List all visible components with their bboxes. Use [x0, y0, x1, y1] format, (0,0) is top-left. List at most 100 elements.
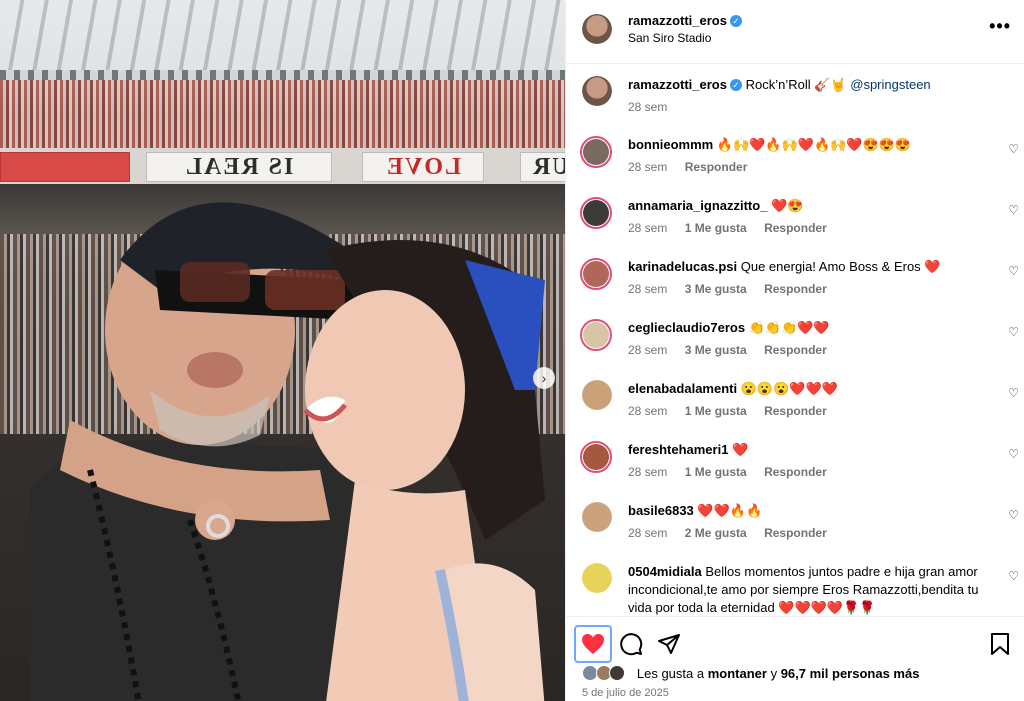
comment-like-button[interactable]: ♡ — [1008, 264, 1019, 278]
comment-username[interactable]: fereshtehameri1 — [628, 442, 728, 457]
heart-outline-icon: ♡ — [1008, 569, 1019, 583]
comment-username[interactable]: ceglieclaudio7eros — [628, 320, 745, 335]
post-side-panel: ramazzotti_eros ✓ San Siro Stadio ••• ram… — [565, 0, 1024, 701]
comment-avatar[interactable] — [580, 258, 612, 290]
caption: ramazzotti_eros ✓ Rock’n’Roll 🎸🤘 @springs… — [566, 76, 1024, 126]
liker-avatar — [609, 665, 626, 681]
likes-prefix: Les gusta a — [636, 666, 705, 681]
author-avatar[interactable] — [582, 14, 612, 44]
bookmark-icon — [991, 633, 1009, 655]
reply-button[interactable]: Responder — [764, 343, 827, 357]
comment-text: 😮😮😮❤️❤️❤️ — [740, 381, 838, 396]
comment-avatar[interactable] — [580, 197, 612, 229]
comment-like-button[interactable]: ♡ — [1008, 203, 1019, 217]
reply-button[interactable]: Responder — [764, 282, 827, 296]
post-location[interactable]: San Siro Stadio — [628, 31, 711, 45]
banner-is-real: IS REAL — [146, 152, 332, 182]
likes-conj: y — [770, 666, 778, 681]
comment-time: 28 sem — [628, 465, 668, 479]
reply-button[interactable]: Responder — [764, 526, 827, 540]
comment-avatar[interactable] — [580, 136, 612, 168]
comment-likes-count[interactable]: 3 Me gusta — [685, 282, 747, 296]
comment-username[interactable]: elenabadalamenti — [628, 381, 737, 396]
more-horizontal-icon: ••• — [989, 16, 1011, 36]
author-avatar[interactable] — [582, 76, 612, 106]
liker-username-link[interactable]: montaner — [708, 666, 767, 681]
comment-username[interactable]: karinadelucas.psi — [628, 259, 737, 274]
banner-ur: UR — [520, 152, 565, 182]
verified-icon: ✓ — [729, 15, 742, 27]
comment-text: 👏👏👏❤️❤️ — [748, 320, 830, 335]
comment-item: karinadelucas.psi Que energia! Amo Boss … — [566, 258, 1024, 308]
comment-avatar[interactable] — [580, 319, 612, 351]
post-actions: Les gusta a montaner y 96,7 mil personas… — [566, 616, 1024, 701]
post-date[interactable]: 5 de julio de 2025 — [582, 687, 669, 699]
heart-outline-icon: ♡ — [1008, 386, 1019, 400]
post-header: ramazzotti_eros ✓ San Siro Stadio ••• — [566, 0, 1024, 64]
reply-button[interactable]: Responder — [685, 160, 748, 174]
comment-like-button[interactable]: ♡ — [1008, 447, 1019, 461]
verified-icon: ✓ — [729, 79, 742, 91]
liker-avatars[interactable] — [582, 665, 637, 681]
comment-avatar[interactable] — [582, 502, 612, 532]
heart-outline-icon: ♡ — [1008, 142, 1019, 156]
comment-text: Que energia! Amo Boss & Eros ❤️ — [740, 259, 941, 274]
reply-button[interactable]: Responder — [764, 465, 827, 479]
like-button[interactable] — [574, 625, 612, 663]
comment-item: basile6833 ❤️❤️🔥🔥 28 sem 2 Me gusta Resp… — [566, 502, 1024, 552]
comment-time: 28 sem — [628, 160, 668, 174]
comment-likes-count[interactable]: 1 Me gusta — [685, 404, 747, 418]
banner-love: LOVE — [362, 152, 484, 182]
heart-outline-icon: ♡ — [1008, 325, 1019, 339]
post-photo[interactable]: IS REAL LOVE UR › — [0, 0, 565, 701]
stadium-roof — [0, 0, 565, 80]
comment-likes-count[interactable]: 2 Me gusta — [685, 526, 747, 540]
comment-button[interactable] — [612, 625, 650, 663]
more-options-button[interactable]: ••• — [989, 16, 1011, 37]
likes-summary: Les gusta a montaner y 96,7 mil personas… — [582, 665, 919, 681]
comment-likes-count[interactable]: 1 Me gusta — [685, 221, 747, 235]
comment-text: ❤️ — [732, 442, 749, 457]
comment-likes-count[interactable]: 3 Me gusta — [685, 343, 747, 357]
comment-item: ceglieclaudio7eros 👏👏👏❤️❤️ 28 sem 3 Me g… — [566, 319, 1024, 369]
heart-outline-icon: ♡ — [1008, 264, 1019, 278]
comment-avatar[interactable] — [580, 441, 612, 473]
comment-icon — [620, 633, 643, 656]
caption-username[interactable]: ramazzotti_eros — [628, 77, 727, 92]
heart-filled-icon — [582, 634, 604, 654]
comment-username[interactable]: bonnieommm — [628, 137, 713, 152]
comment-item: bonnieommm 🔥🙌❤️🔥🙌❤️🔥🙌❤️😍😍😍 28 sem Respon… — [566, 136, 1024, 186]
comment-time: 28 sem — [628, 526, 668, 540]
comment-like-button[interactable]: ♡ — [1008, 325, 1019, 339]
save-button[interactable] — [981, 625, 1019, 663]
banner-red — [0, 152, 130, 182]
reply-button[interactable]: Responder — [764, 404, 827, 418]
comment-like-button[interactable]: ♡ — [1008, 386, 1019, 400]
caption-mention-link[interactable]: @springsteen — [850, 77, 930, 92]
comment-like-button[interactable]: ♡ — [1008, 508, 1019, 522]
share-button[interactable] — [650, 625, 688, 663]
author-username[interactable]: ramazzotti_eros — [628, 13, 727, 28]
comment-item: annamaria_ignazzitto_ ❤️😍 28 sem 1 Me gu… — [566, 197, 1024, 247]
next-photo-button[interactable]: › — [533, 367, 555, 389]
comment-avatar[interactable] — [582, 380, 612, 410]
comment-time: 28 sem — [628, 404, 668, 418]
comment-item: fereshtehameri1 ❤️ 28 sem 1 Me gusta Res… — [566, 441, 1024, 491]
comment-like-button[interactable]: ♡ — [1008, 569, 1019, 583]
comment-likes-count[interactable]: 1 Me gusta — [685, 465, 747, 479]
comment-item: 0504midiala Bellos momentos juntos padre… — [566, 563, 1024, 616]
comment-text: 🔥🙌❤️🔥🙌❤️🔥🙌❤️😍😍😍 — [716, 137, 912, 152]
heart-outline-icon: ♡ — [1008, 203, 1019, 217]
reply-button[interactable]: Responder — [764, 221, 827, 235]
comment-time: 28 sem — [628, 221, 668, 235]
comment-username[interactable]: annamaria_ignazzitto_ — [628, 198, 767, 213]
comment-like-button[interactable]: ♡ — [1008, 142, 1019, 156]
comment-username[interactable]: 0504midiala — [628, 564, 702, 579]
comment-username[interactable]: basile6833 — [628, 503, 694, 518]
comments-list[interactable]: ramazzotti_eros ✓ Rock’n’Roll 🎸🤘 @springs… — [566, 64, 1024, 616]
woman-figure — [303, 240, 545, 701]
stadium-upper-tier — [0, 80, 565, 150]
likes-count-link[interactable]: 96,7 mil personas más — [781, 666, 920, 681]
share-icon — [658, 634, 680, 654]
comment-avatar[interactable] — [582, 563, 612, 593]
